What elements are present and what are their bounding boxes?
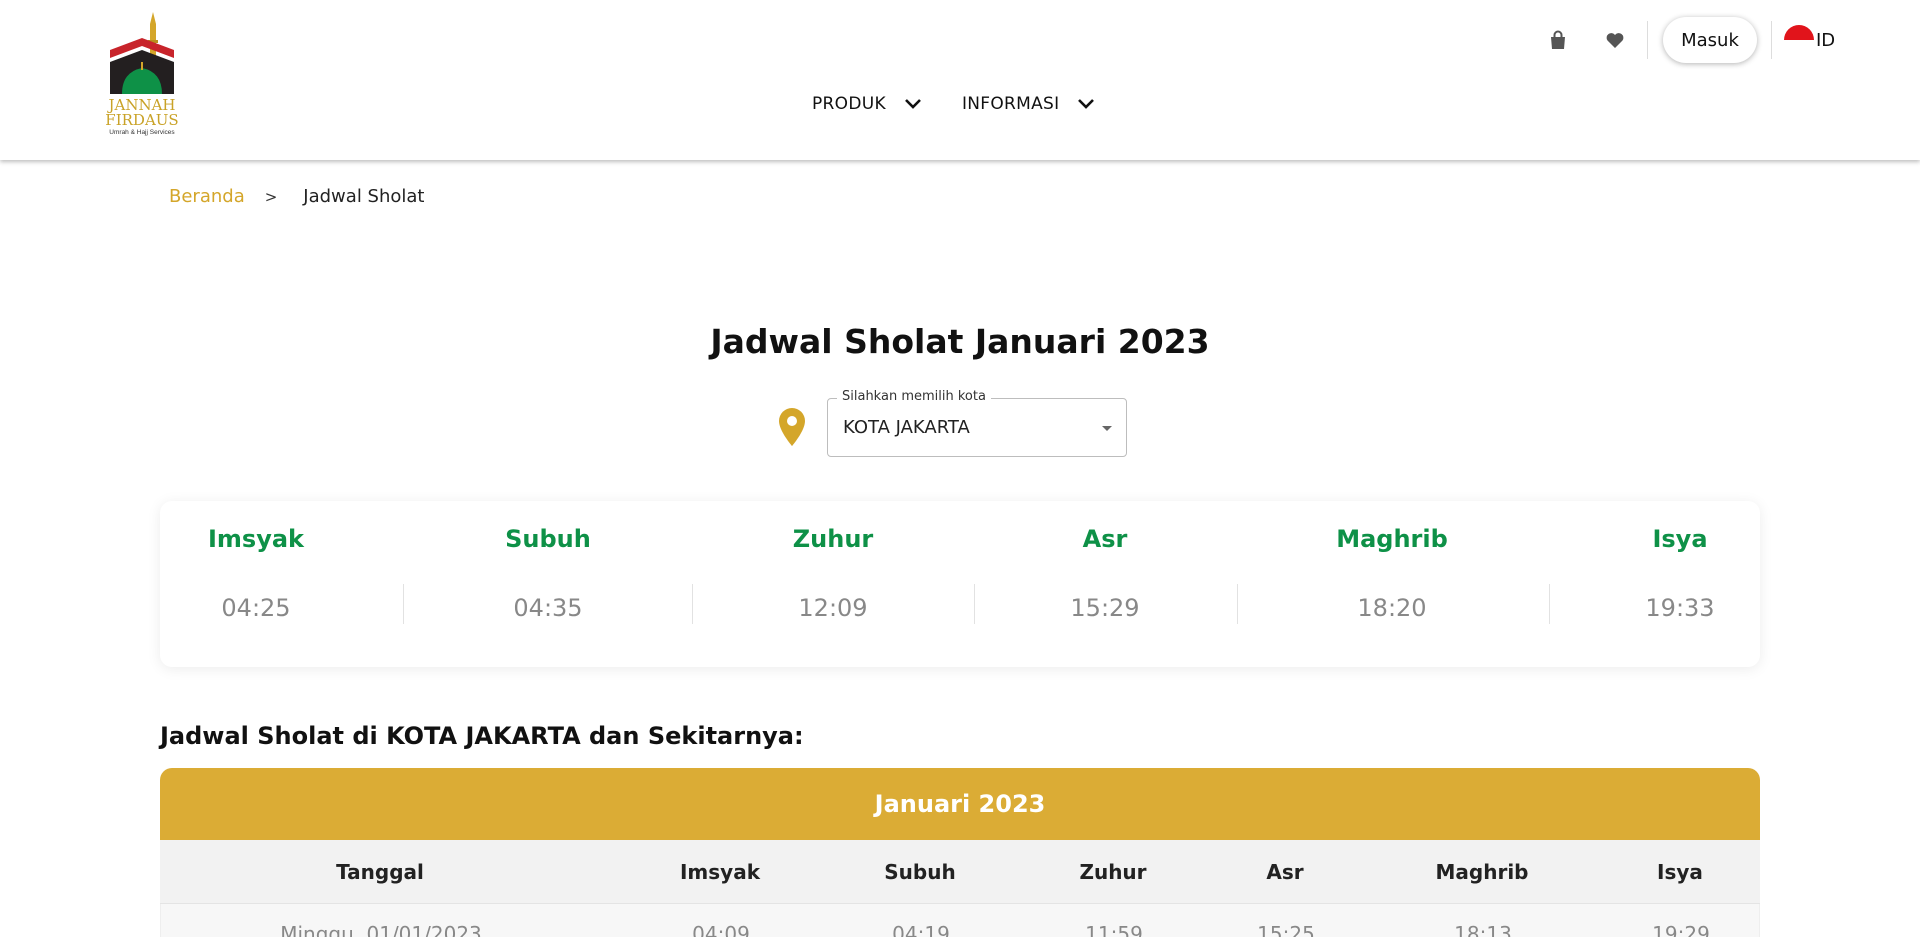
dropdown-caret-icon	[1102, 426, 1112, 431]
site-header: JANNAH FIRDAUS Umrah & Hajj Services PRO…	[0, 0, 1920, 160]
prayer-time-asr: 15:29	[1070, 594, 1140, 622]
nav-produk-label: PRODUK	[812, 94, 886, 114]
prayer-name-zuhur: Zuhur	[792, 525, 874, 553]
indonesia-flag-icon	[1784, 25, 1814, 55]
cell-isya: 19:29	[1652, 922, 1710, 937]
breadcrumb-home[interactable]: Beranda	[169, 186, 245, 207]
cell-subuh: 04:19	[892, 922, 950, 937]
prayer-time-imsyak: 04:25	[221, 594, 291, 622]
language-code: ID	[1816, 29, 1836, 51]
prayer-name-maghrib: Maghrib	[1336, 525, 1448, 553]
heart-icon[interactable]	[1603, 28, 1627, 52]
col-zuhur: Zuhur	[1079, 860, 1147, 884]
column-divider	[403, 584, 404, 624]
section-title: Jadwal Sholat di KOTA JAKARTA dan Sekita…	[160, 722, 804, 750]
city-select-label: Silahkan memilih kota	[837, 389, 991, 404]
col-subuh: Subuh	[884, 860, 956, 884]
login-button[interactable]: Masuk	[1663, 17, 1757, 63]
col-maghrib: Maghrib	[1435, 860, 1529, 884]
city-select-value: KOTA JAKARTA	[843, 417, 970, 438]
cell-zuhur: 11:59	[1085, 922, 1143, 937]
jannah-firdaus-logo[interactable]: JANNAH FIRDAUS Umrah & Hajj Services	[96, 10, 188, 142]
shopping-bag-icon[interactable]	[1546, 28, 1570, 52]
breadcrumb: Beranda > Jadwal Sholat	[169, 186, 424, 207]
main-nav: PRODUK INFORMASI	[812, 94, 1095, 114]
header-actions: Masuk ID	[1500, 17, 1920, 63]
city-select[interactable]: Silahkan memilih kota KOTA JAKARTA	[827, 389, 1127, 457]
prayer-name-isya: Isya	[1652, 525, 1708, 553]
header-divider	[1771, 21, 1772, 59]
header-divider	[1647, 21, 1648, 59]
breadcrumb-separator: >	[264, 187, 278, 206]
col-tanggal: Tanggal	[336, 860, 424, 884]
location-pin-icon	[778, 407, 806, 447]
prayer-name-imsyak: Imsyak	[207, 525, 305, 553]
today-prayer-card: Imsyak 04:25 Subuh 04:35 Zuhur 12:09 Asr…	[160, 501, 1760, 667]
table-column-headers: Tanggal Imsyak Subuh Zuhur Asr Maghrib I…	[160, 840, 1760, 904]
nav-produk[interactable]: PRODUK	[812, 94, 922, 114]
cell-asr: 15:25	[1257, 922, 1315, 937]
language-switcher[interactable]: ID	[1784, 25, 1835, 55]
column-divider	[1549, 584, 1550, 624]
column-divider	[1237, 584, 1238, 624]
table-month-header: Januari 2023	[160, 768, 1760, 840]
chevron-down-icon	[905, 99, 921, 109]
col-asr: Asr	[1266, 860, 1304, 884]
nav-informasi[interactable]: INFORMASI	[962, 94, 1096, 114]
prayer-time-zuhur: 12:09	[798, 594, 868, 622]
column-divider	[692, 584, 693, 624]
prayer-name-subuh: Subuh	[505, 525, 591, 553]
chevron-down-icon	[1078, 99, 1095, 109]
logo-text: JANNAH FIRDAUS Umrah & Hajj Services	[105, 96, 179, 137]
col-imsyak: Imsyak	[679, 860, 761, 884]
col-isya: Isya	[1657, 860, 1703, 884]
prayer-time-maghrib: 18:20	[1357, 594, 1427, 622]
monthly-schedule-table: Januari 2023 Tanggal Imsyak Subuh Zuhur …	[160, 768, 1760, 937]
nav-informasi-label: INFORMASI	[961, 94, 1060, 114]
cell-imsyak: 04:09	[692, 922, 750, 937]
prayer-time-isya: 19:33	[1645, 594, 1715, 622]
breadcrumb-current: Jadwal Sholat	[303, 186, 425, 207]
prayer-time-subuh: 04:35	[513, 594, 583, 622]
cell-tanggal: Minggu, 01/01/2023	[280, 922, 482, 937]
column-divider	[974, 584, 975, 624]
cell-maghrib: 18:13	[1454, 922, 1512, 937]
page-title: Jadwal Sholat Januari 2023	[710, 322, 1210, 361]
prayer-name-asr: Asr	[1082, 525, 1128, 553]
table-row: Minggu, 01/01/2023 04:09 04:19 11:59 15:…	[160, 904, 1760, 937]
